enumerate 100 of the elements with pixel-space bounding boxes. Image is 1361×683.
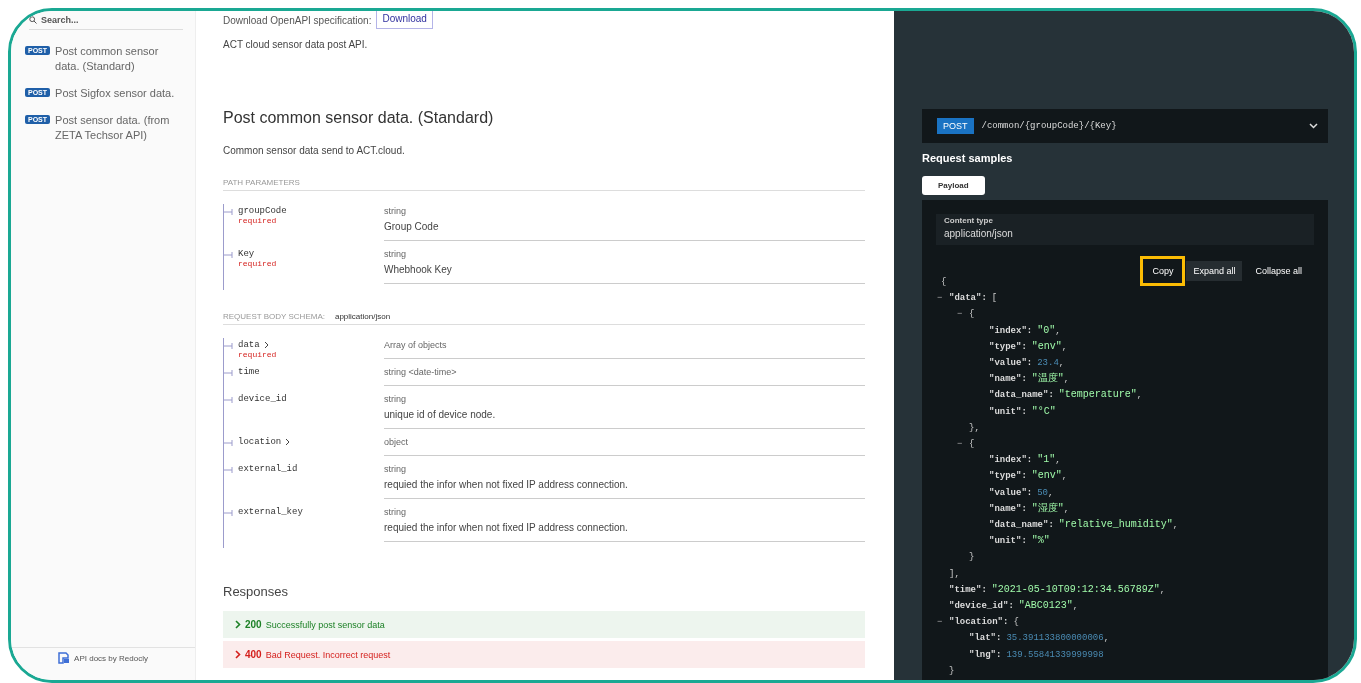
json-punctuation: , xyxy=(1172,519,1179,533)
json-key: "lat": xyxy=(969,630,1002,647)
sidebar-item-label: Post sensor data. (from ZETA Techsor API) xyxy=(55,113,171,143)
collapse-toggle[interactable]: − xyxy=(957,439,963,450)
json-punctuation: , xyxy=(1058,357,1065,370)
code-action-button[interactable]: Copy xyxy=(1140,256,1186,286)
chevron-right-icon xyxy=(235,620,241,629)
content-type: application/json xyxy=(334,312,391,321)
json-key: "name": xyxy=(989,371,1027,388)
param-type: string xyxy=(384,394,407,404)
endpoint-path: /common/{groupCode}/{Key} xyxy=(981,121,1118,131)
json-punctuation: , xyxy=(1055,324,1061,338)
content-type-label: Content type xyxy=(944,216,994,225)
content-type-value: application/json xyxy=(944,228,1014,239)
json-bracket: { xyxy=(1013,616,1019,630)
json-bracket: } xyxy=(969,551,975,565)
response-row[interactable]: 400 Bad Request. Incorrect request xyxy=(223,641,865,668)
json-value: "relative_humidity" xyxy=(1058,518,1173,533)
section-heading: REQUEST BODY SCHEMA: xyxy=(223,312,325,321)
param-type: string xyxy=(384,464,407,474)
param-type: string <date-time> xyxy=(384,367,458,377)
footer-link[interactable]: API docs by Redocly xyxy=(74,653,148,663)
operation-title: Post common sensor data. (Standard) xyxy=(223,109,495,127)
json-bracket: } xyxy=(949,664,955,678)
json-bracket: [ xyxy=(991,292,998,306)
operation-description: Common sensor data send to ACT.cloud. xyxy=(223,145,406,156)
param-description: requied the infor when not fixed IP address connection. xyxy=(384,479,629,490)
json-punctuation: , xyxy=(1063,502,1070,516)
param-name: data xyxy=(238,340,260,350)
responses-heading: Responses xyxy=(223,584,290,599)
sidebar-item-label: Post common sensor data. (Standard) xyxy=(55,44,160,74)
json-key: "index": xyxy=(989,452,1033,469)
sidebar-item-label: Post Sigfox sensor data. xyxy=(55,86,175,101)
json-key: "type": xyxy=(989,468,1027,485)
panel-heading: Request samples xyxy=(922,152,1014,164)
json-value: 139.55841339999998 xyxy=(1006,648,1104,662)
method-badge: POST xyxy=(937,118,974,134)
json-value: "°C" xyxy=(1031,404,1056,419)
json-key: "index": xyxy=(989,322,1033,339)
collapse-toggle[interactable]: − xyxy=(957,309,963,320)
param-description: Whebhook Key xyxy=(384,264,453,275)
json-punctuation: , xyxy=(1063,373,1070,387)
search-icon xyxy=(29,16,37,24)
json-key: "location": xyxy=(949,614,1009,631)
json-punctuation: , xyxy=(1061,470,1068,484)
json-value: "2021-05-10T09:12:34.56789Z" xyxy=(991,582,1160,597)
download-button[interactable]: Download xyxy=(376,11,433,29)
search-field[interactable]: Search... xyxy=(41,15,161,25)
param-name: device_id xyxy=(238,394,287,404)
json-punctuation: , xyxy=(1061,340,1068,354)
param-description: requied the infor when not fixed IP address connection. xyxy=(384,522,629,533)
code-action-button[interactable]: Expand all xyxy=(1186,261,1243,281)
json-punctuation: , xyxy=(1136,389,1143,403)
param-name: Key xyxy=(238,249,255,259)
json-value: "env" xyxy=(1031,469,1062,484)
json-bracket: ], xyxy=(949,567,960,581)
json-key: "lng": xyxy=(969,646,1002,663)
param-type: string xyxy=(384,507,407,517)
json-value: "ABC0123" xyxy=(1018,599,1073,614)
endpoint-bar[interactable]: POST /common/{groupCode}/{Key} xyxy=(922,109,1328,143)
param-description: Group Code xyxy=(384,221,440,232)
param-type: string xyxy=(384,206,407,216)
json-key: "data_name": xyxy=(989,387,1054,404)
json-key: "type": xyxy=(989,338,1027,355)
sample-tab[interactable]: Payload xyxy=(922,176,985,195)
chevron-right-icon[interactable] xyxy=(263,341,270,349)
json-punctuation: , xyxy=(1103,632,1110,646)
code-action-button[interactable]: Collapse all xyxy=(1243,256,1314,286)
tree-branch-icon xyxy=(224,341,234,351)
json-key: "data": xyxy=(949,290,987,307)
json-value: 35.391133800000006 xyxy=(1006,632,1104,646)
content-type-box[interactable]: Content type application/json xyxy=(936,214,1314,245)
param-name: time xyxy=(238,367,260,377)
json-bracket: { xyxy=(941,276,947,289)
json-punctuation: , xyxy=(1048,486,1054,500)
param-description: unique id of device node. xyxy=(384,409,497,420)
json-bracket: { xyxy=(969,438,975,452)
json-value: "0" xyxy=(1037,323,1056,338)
section-heading: PATH PARAMETERS xyxy=(223,178,300,187)
required-label: required xyxy=(238,259,277,268)
redocly-logo-icon xyxy=(58,652,71,664)
json-key: "data_name": xyxy=(989,517,1054,534)
collapse-toggle[interactable]: − xyxy=(937,293,943,304)
required-label: required xyxy=(238,216,278,225)
json-value: "%" xyxy=(1031,534,1050,549)
collapse-toggle[interactable]: − xyxy=(937,617,943,628)
param-type: string xyxy=(384,249,407,259)
json-punctuation: , xyxy=(1055,454,1061,468)
response-row[interactable]: 200 Successfully post sensor data xyxy=(223,611,865,638)
json-bracket: }, xyxy=(969,421,980,435)
json-value: "env" xyxy=(1031,339,1062,354)
param-name: groupCode xyxy=(238,206,287,216)
api-description: ACT cloud sensor data post API. xyxy=(223,39,369,50)
param-name: external_id xyxy=(238,464,298,474)
param-type: object xyxy=(384,437,410,447)
json-key: "unit": xyxy=(989,403,1027,420)
json-value: "temperature" xyxy=(1058,388,1137,403)
json-key: "time": xyxy=(949,581,987,599)
response-label: Bad Request. Incorrect request xyxy=(265,649,391,660)
chevron-right-icon[interactable] xyxy=(285,438,292,446)
